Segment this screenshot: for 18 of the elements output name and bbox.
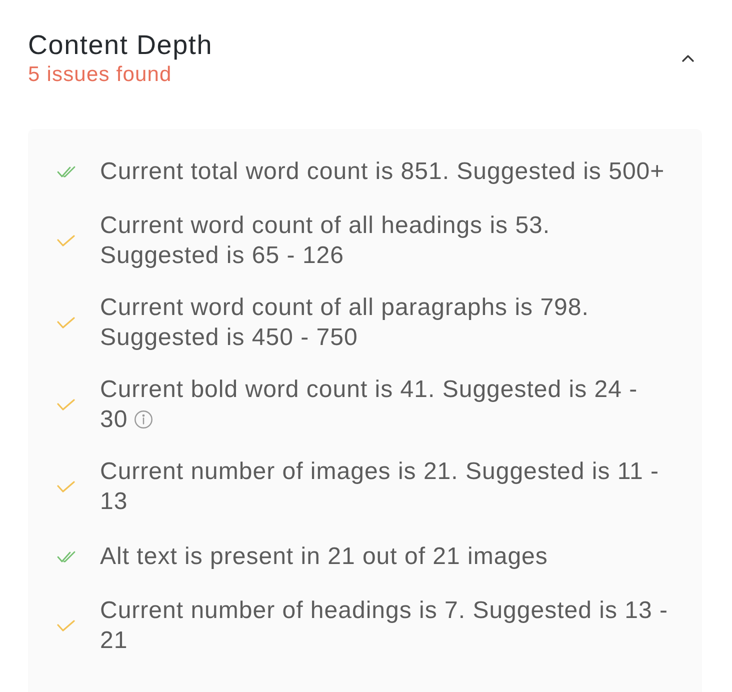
check-text: Current word count of all paragraphs is 798. Suggested is 450 - 750	[100, 293, 590, 353]
check-text: Current total word count is 851. Suggested is 500+	[100, 156, 666, 186]
check-icon	[57, 399, 75, 411]
chevron-icon	[682, 54, 694, 62]
check-text: Current word count of all headings is 53. Suggested is 65 - 126	[100, 211, 552, 271]
check-icon	[57, 481, 75, 493]
double-check-icon	[57, 550, 77, 562]
check-text: Current number of images is 21. Suggested is 11 - 13	[100, 457, 660, 517]
check-icon	[57, 620, 75, 632]
issues-count: 5 issues found	[28, 62, 173, 88]
check-icon	[57, 317, 75, 329]
section-title: Content Depth	[28, 29, 213, 61]
check-icon	[57, 235, 75, 247]
info-icon[interactable]	[134, 410, 153, 429]
double-check-icon	[57, 166, 77, 178]
check-text: Current number of headings is 7. Suggested is 13 - 21	[100, 596, 669, 656]
check-text: Current bold word count is 41. Suggested is 24 - 30	[100, 375, 639, 435]
check-text: Alt text is present in 21 out of 21 images	[100, 542, 549, 572]
